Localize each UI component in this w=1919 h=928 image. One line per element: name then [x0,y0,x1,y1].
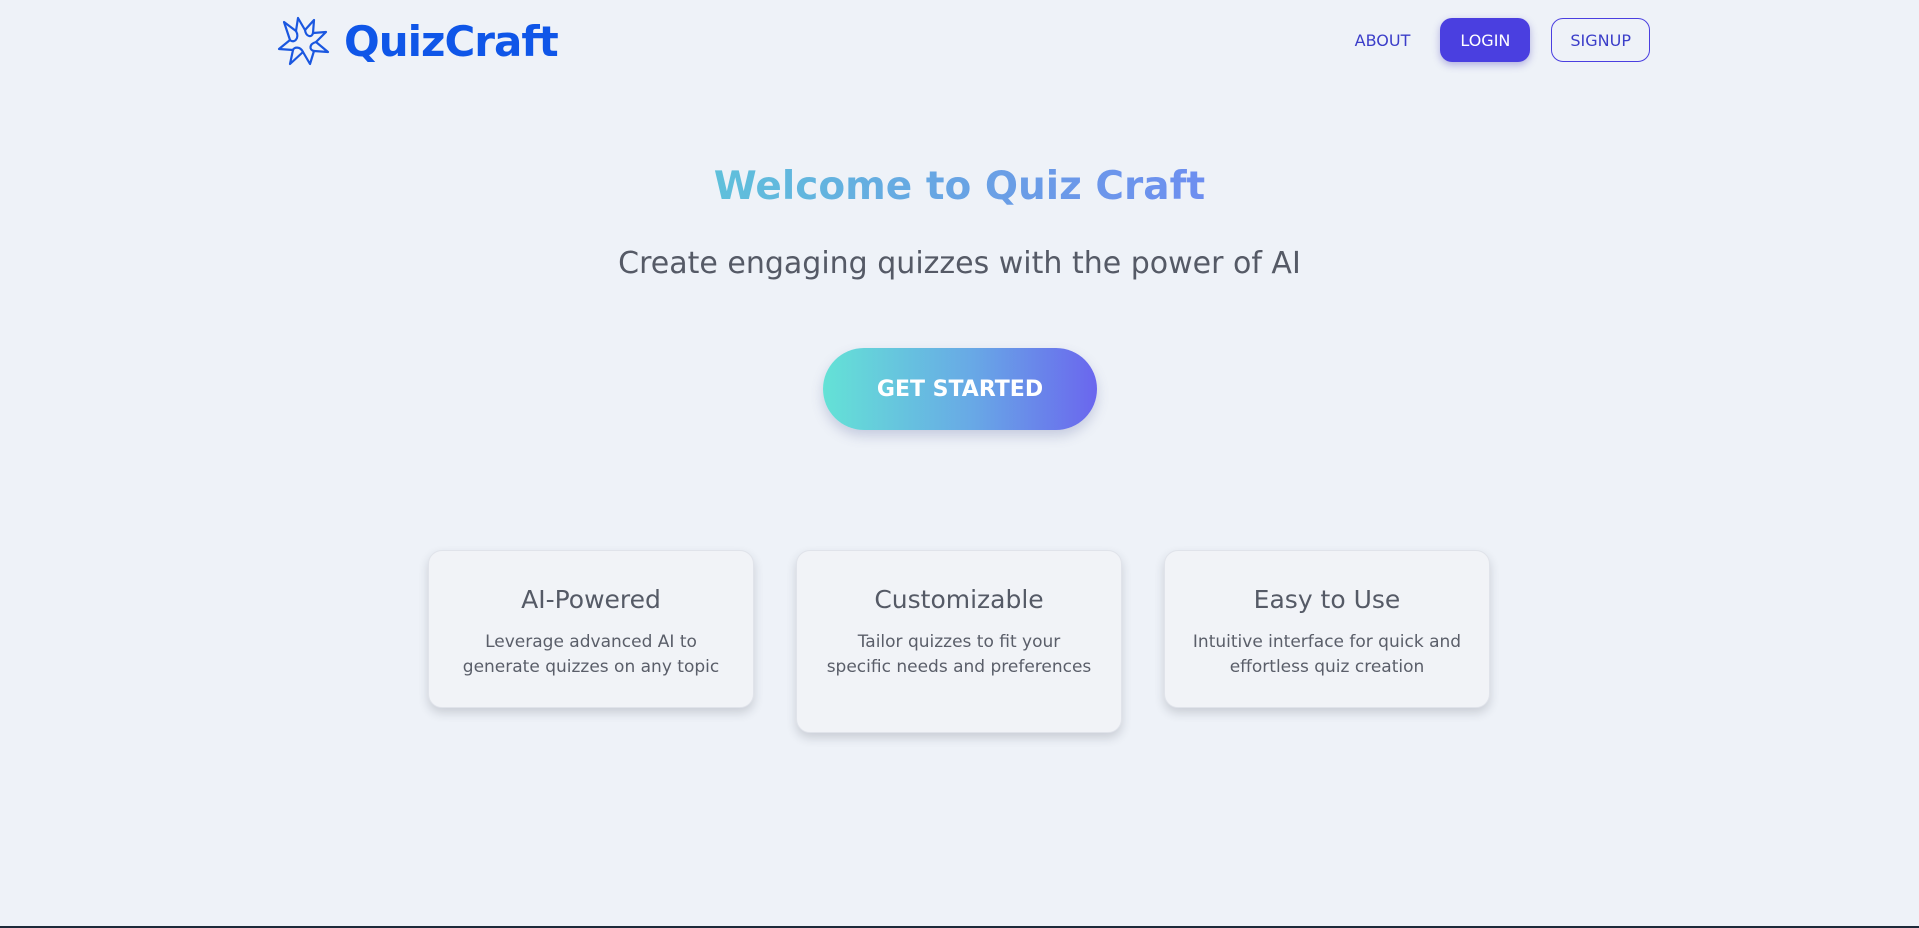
feature-card-title: Easy to Use [1253,585,1401,614]
top-nav: ABOUT LOGIN SIGNUP [1355,18,1650,62]
hero-title: Welcome to Quiz Craft [0,164,1919,209]
feature-card-customizable: Customizable Tailor quizzes to fit your … [796,550,1122,733]
logo-text: QuizCraft [344,17,559,66]
feature-card-description: Intuitive interface for quick and effort… [1192,632,1462,677]
hero-title-text: Welcome to Quiz Craft [713,164,1206,209]
about-link[interactable]: ABOUT [1355,31,1411,50]
signup-button[interactable]: SIGNUP [1551,18,1650,62]
feature-card-description: Tailor quizzes to fit your specific need… [826,632,1092,677]
feature-card-ai-powered: AI-Powered Leverage advanced AI to gener… [428,550,754,708]
hero-subtitle: Create engaging quizzes with the power o… [618,246,1301,281]
get-started-button[interactable]: GET STARTED [823,348,1097,430]
sparkle-burst-icon [277,16,330,66]
login-button[interactable]: LOGIN [1440,18,1531,62]
feature-card-title: AI-Powered [521,585,661,614]
feature-card-description: Leverage advanced AI to generate quizzes… [462,632,720,677]
feature-card-easy-to-use: Easy to Use Intuitive interface for quic… [1164,550,1490,708]
page: QuizCraft ABOUT LOGIN SIGNUP Welcome to … [0,0,1919,928]
logo-link[interactable]: QuizCraft [276,14,559,70]
feature-card-title: Customizable [874,585,1044,614]
